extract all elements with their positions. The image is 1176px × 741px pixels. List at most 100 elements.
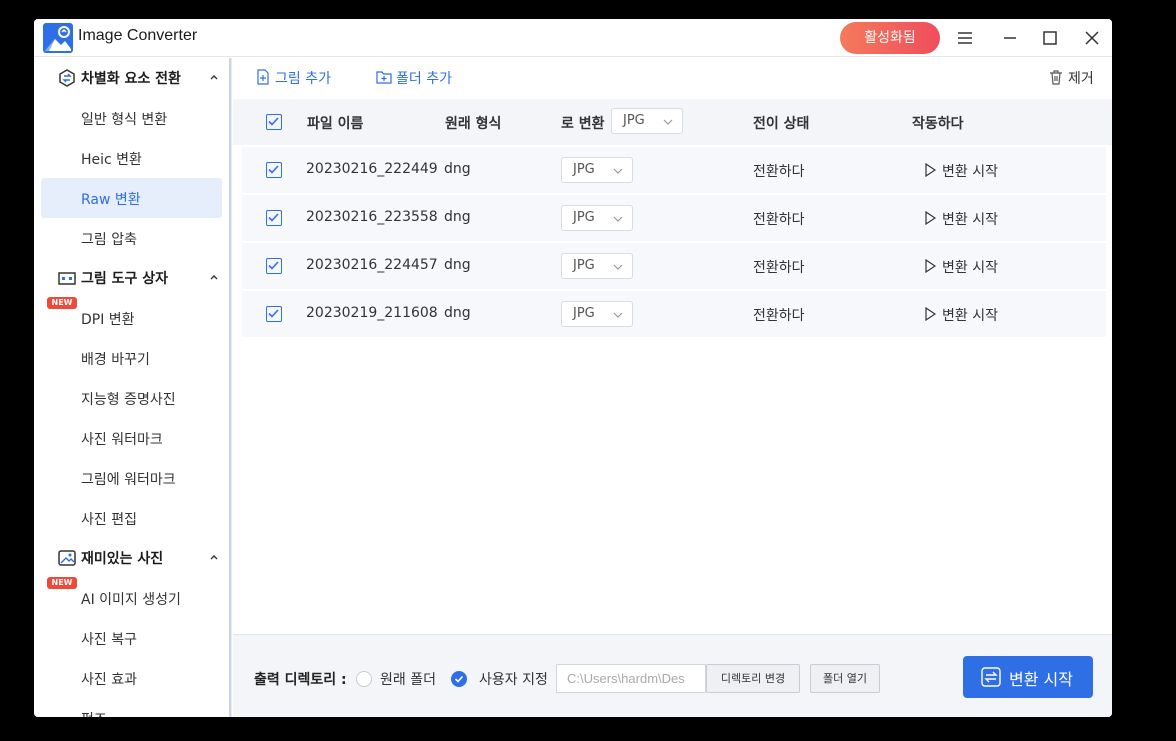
custom-folder-label: 사용자 지정 [479, 672, 548, 688]
play-icon [925, 211, 936, 225]
trash-icon [1050, 70, 1062, 85]
sidebar-group-fun-photos[interactable]: 재미있는 사진 [34, 538, 229, 578]
row-target-select[interactable]: JPG [561, 301, 633, 327]
sidebar-item-dpi[interactable]: DPI 변환 [41, 298, 222, 338]
toolbox-icon [58, 272, 76, 285]
sidebar-item-background[interactable]: 배경 바꾸기 [41, 338, 222, 378]
remove-button[interactable]: 제거 [1048, 68, 1098, 88]
maximize-icon[interactable] [1039, 27, 1061, 49]
row-start-label: 변환 시작 [942, 308, 998, 324]
header-convert-to: 로 변환 [561, 116, 605, 132]
sidebar-group-label: 재미있는 사진 [81, 551, 164, 567]
row-start-label: 변환 시작 [942, 164, 998, 180]
row-filename: 20230216_223558 [306, 209, 438, 225]
row-format: dng [444, 161, 471, 177]
select-value: JPG [573, 258, 595, 273]
row-filename: 20230216_224457 [306, 257, 438, 273]
original-folder-label: 원래 폴더 [380, 672, 436, 688]
sidebar-item-label: 그림 압축 [81, 232, 137, 248]
convert-icon [59, 69, 75, 87]
sidebar-item-image-watermark[interactable]: 그림에 워터마크 [41, 458, 222, 498]
select-value: JPG [573, 210, 595, 225]
custom-folder-radio[interactable] [451, 671, 467, 687]
sidebar-item-ai-generator[interactable]: AI 이미지 생성기 [41, 578, 222, 618]
select-value: JPG [623, 113, 645, 128]
sidebar-item-label: Raw 변환 [81, 192, 141, 208]
add-folder-button[interactable]: 폴더 추가 [376, 68, 466, 88]
sidebar-scrollbar[interactable] [229, 58, 231, 717]
table-header: 파일 이름 원래 형식 로 변환 JPG 전이 상태 작동하다 [233, 99, 1112, 145]
picture-icon [58, 550, 76, 566]
sidebar-item-compress[interactable]: 그림 압축 [41, 218, 222, 258]
sidebar-item-puns[interactable]: 펀즈 [41, 698, 222, 717]
header-status: 전이 상태 [753, 116, 810, 132]
convert-all-format-select[interactable]: JPG [611, 108, 683, 134]
convert-start-button[interactable]: 변환 시작 [963, 656, 1093, 698]
row-filename: 20230216_222449 [306, 161, 438, 177]
sidebar-group-label: 그림 도구 상자 [81, 271, 169, 287]
sidebar-item-photo-effects[interactable]: 사진 효과 [41, 658, 222, 698]
sidebar-item-general-format[interactable]: 일반 형식 변환 [41, 98, 222, 138]
output-directory-label: 출력 디렉토리 : [254, 672, 347, 688]
add-image-button[interactable]: 그림 추가 [255, 68, 345, 88]
sidebar-item-label: 사진 편집 [81, 512, 137, 528]
sidebar-item-label: 그림에 워터마크 [81, 472, 176, 488]
sidebar-item-heic[interactable]: Heic 변환 [41, 138, 222, 178]
table-row: 20230216_222449 dng JPG 전환하다 변환 시작 [242, 147, 1106, 193]
chevron-down-icon [613, 312, 623, 318]
check-icon [268, 309, 279, 318]
sidebar-item-label: Heic 변환 [81, 152, 142, 168]
row-start-label: 변환 시작 [942, 212, 998, 228]
header-original-format: 원래 형식 [445, 116, 502, 132]
sidebar-item-label: 지능형 증명사진 [81, 392, 176, 408]
row-checkbox[interactable] [266, 306, 282, 322]
change-directory-button[interactable]: 디렉토리 변경 [706, 664, 800, 693]
add-folder-label: 폴더 추가 [396, 71, 452, 87]
row-start-label: 변환 시작 [942, 260, 998, 276]
chevron-up-icon [210, 555, 218, 560]
row-format: dng [444, 305, 471, 321]
header-action: 작동하다 [912, 116, 964, 132]
row-checkbox[interactable] [266, 258, 282, 274]
row-target-select[interactable]: JPG [561, 253, 633, 279]
sidebar-group-toolbox[interactable]: 그림 도구 상자 [34, 258, 229, 298]
check-icon [268, 213, 279, 222]
sidebar-item-raw[interactable]: Raw 변환 [41, 178, 222, 218]
sidebar-item-label: 일반 형식 변환 [81, 112, 168, 128]
sidebar-item-label: AI 이미지 생성기 [81, 592, 181, 608]
menu-icon[interactable] [954, 27, 976, 49]
output-footer: 출력 디렉토리 : 원래 폴더 사용자 지정 디렉토리 변경 폴더 열기 변환 … [233, 634, 1112, 717]
row-target-select[interactable]: JPG [561, 205, 633, 231]
close-icon[interactable] [1081, 27, 1103, 49]
output-path-input[interactable] [556, 664, 706, 693]
original-folder-radio[interactable] [356, 671, 372, 687]
open-folder-button[interactable]: 폴더 열기 [810, 664, 880, 693]
sidebar-group-label: 차별화 요소 전환 [81, 71, 181, 87]
add-folder-icon [376, 71, 392, 84]
activated-button[interactable]: 활성화됨 [840, 22, 940, 54]
select-value: JPG [573, 306, 595, 321]
convert-start-label: 변환 시작 [1009, 670, 1073, 689]
row-checkbox[interactable] [266, 162, 282, 178]
check-icon [268, 261, 279, 270]
chevron-down-icon [613, 264, 623, 270]
row-status: 전환하다 [753, 212, 805, 228]
select-all-checkbox[interactable] [266, 114, 282, 130]
sidebar-group-format-conversion[interactable]: 차별화 요소 전환 [34, 58, 229, 98]
row-checkbox[interactable] [266, 210, 282, 226]
sidebar-item-photo-watermark[interactable]: 사진 워터마크 [41, 418, 222, 458]
sidebar-item-id-photo[interactable]: 지능형 증명사진 [41, 378, 222, 418]
chevron-up-icon [210, 275, 218, 280]
sidebar-item-photo-restore[interactable]: 사진 복구 [41, 618, 222, 658]
sidebar-item-label: 사진 효과 [81, 672, 137, 688]
row-target-select[interactable]: JPG [561, 157, 633, 183]
play-icon [925, 307, 936, 321]
minimize-icon[interactable] [999, 27, 1021, 49]
sidebar-item-label: 펀즈 [81, 709, 107, 717]
play-icon [925, 163, 936, 177]
row-format: dng [444, 209, 471, 225]
chevron-down-icon [613, 216, 623, 222]
sidebar-item-photo-edit[interactable]: 사진 편집 [41, 498, 222, 538]
table-row: 20230216_223558 dng JPG 전환하다 변환 시작 [242, 195, 1106, 241]
table-row: 20230216_224457 dng JPG 전환하다 변환 시작 [242, 243, 1106, 289]
